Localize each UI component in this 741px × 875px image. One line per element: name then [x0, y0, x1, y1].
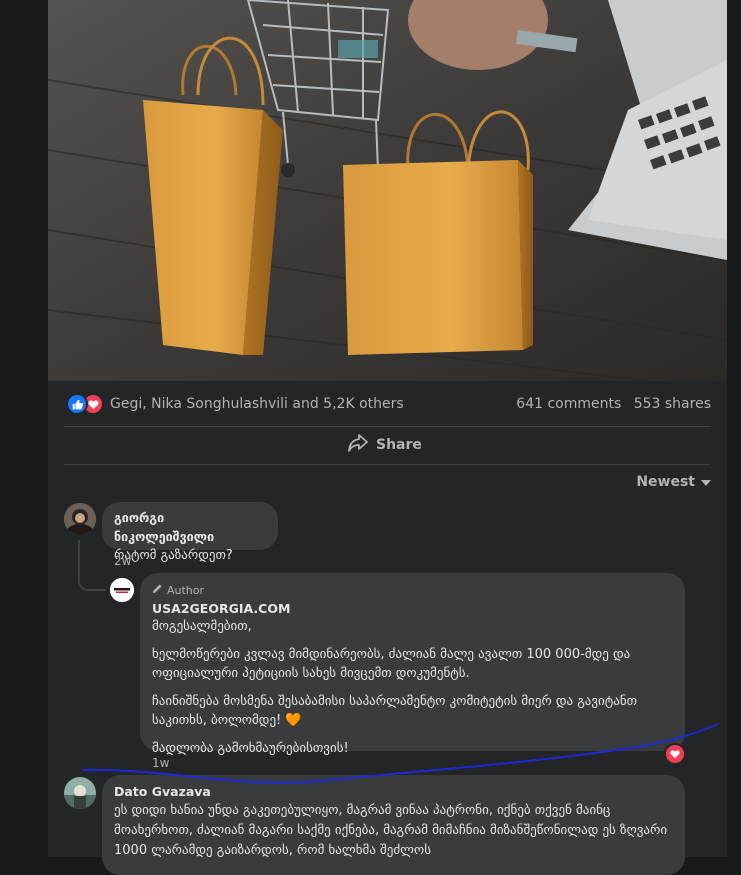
annotation-stroke	[81, 723, 719, 784]
like-reaction-icon	[66, 393, 88, 415]
